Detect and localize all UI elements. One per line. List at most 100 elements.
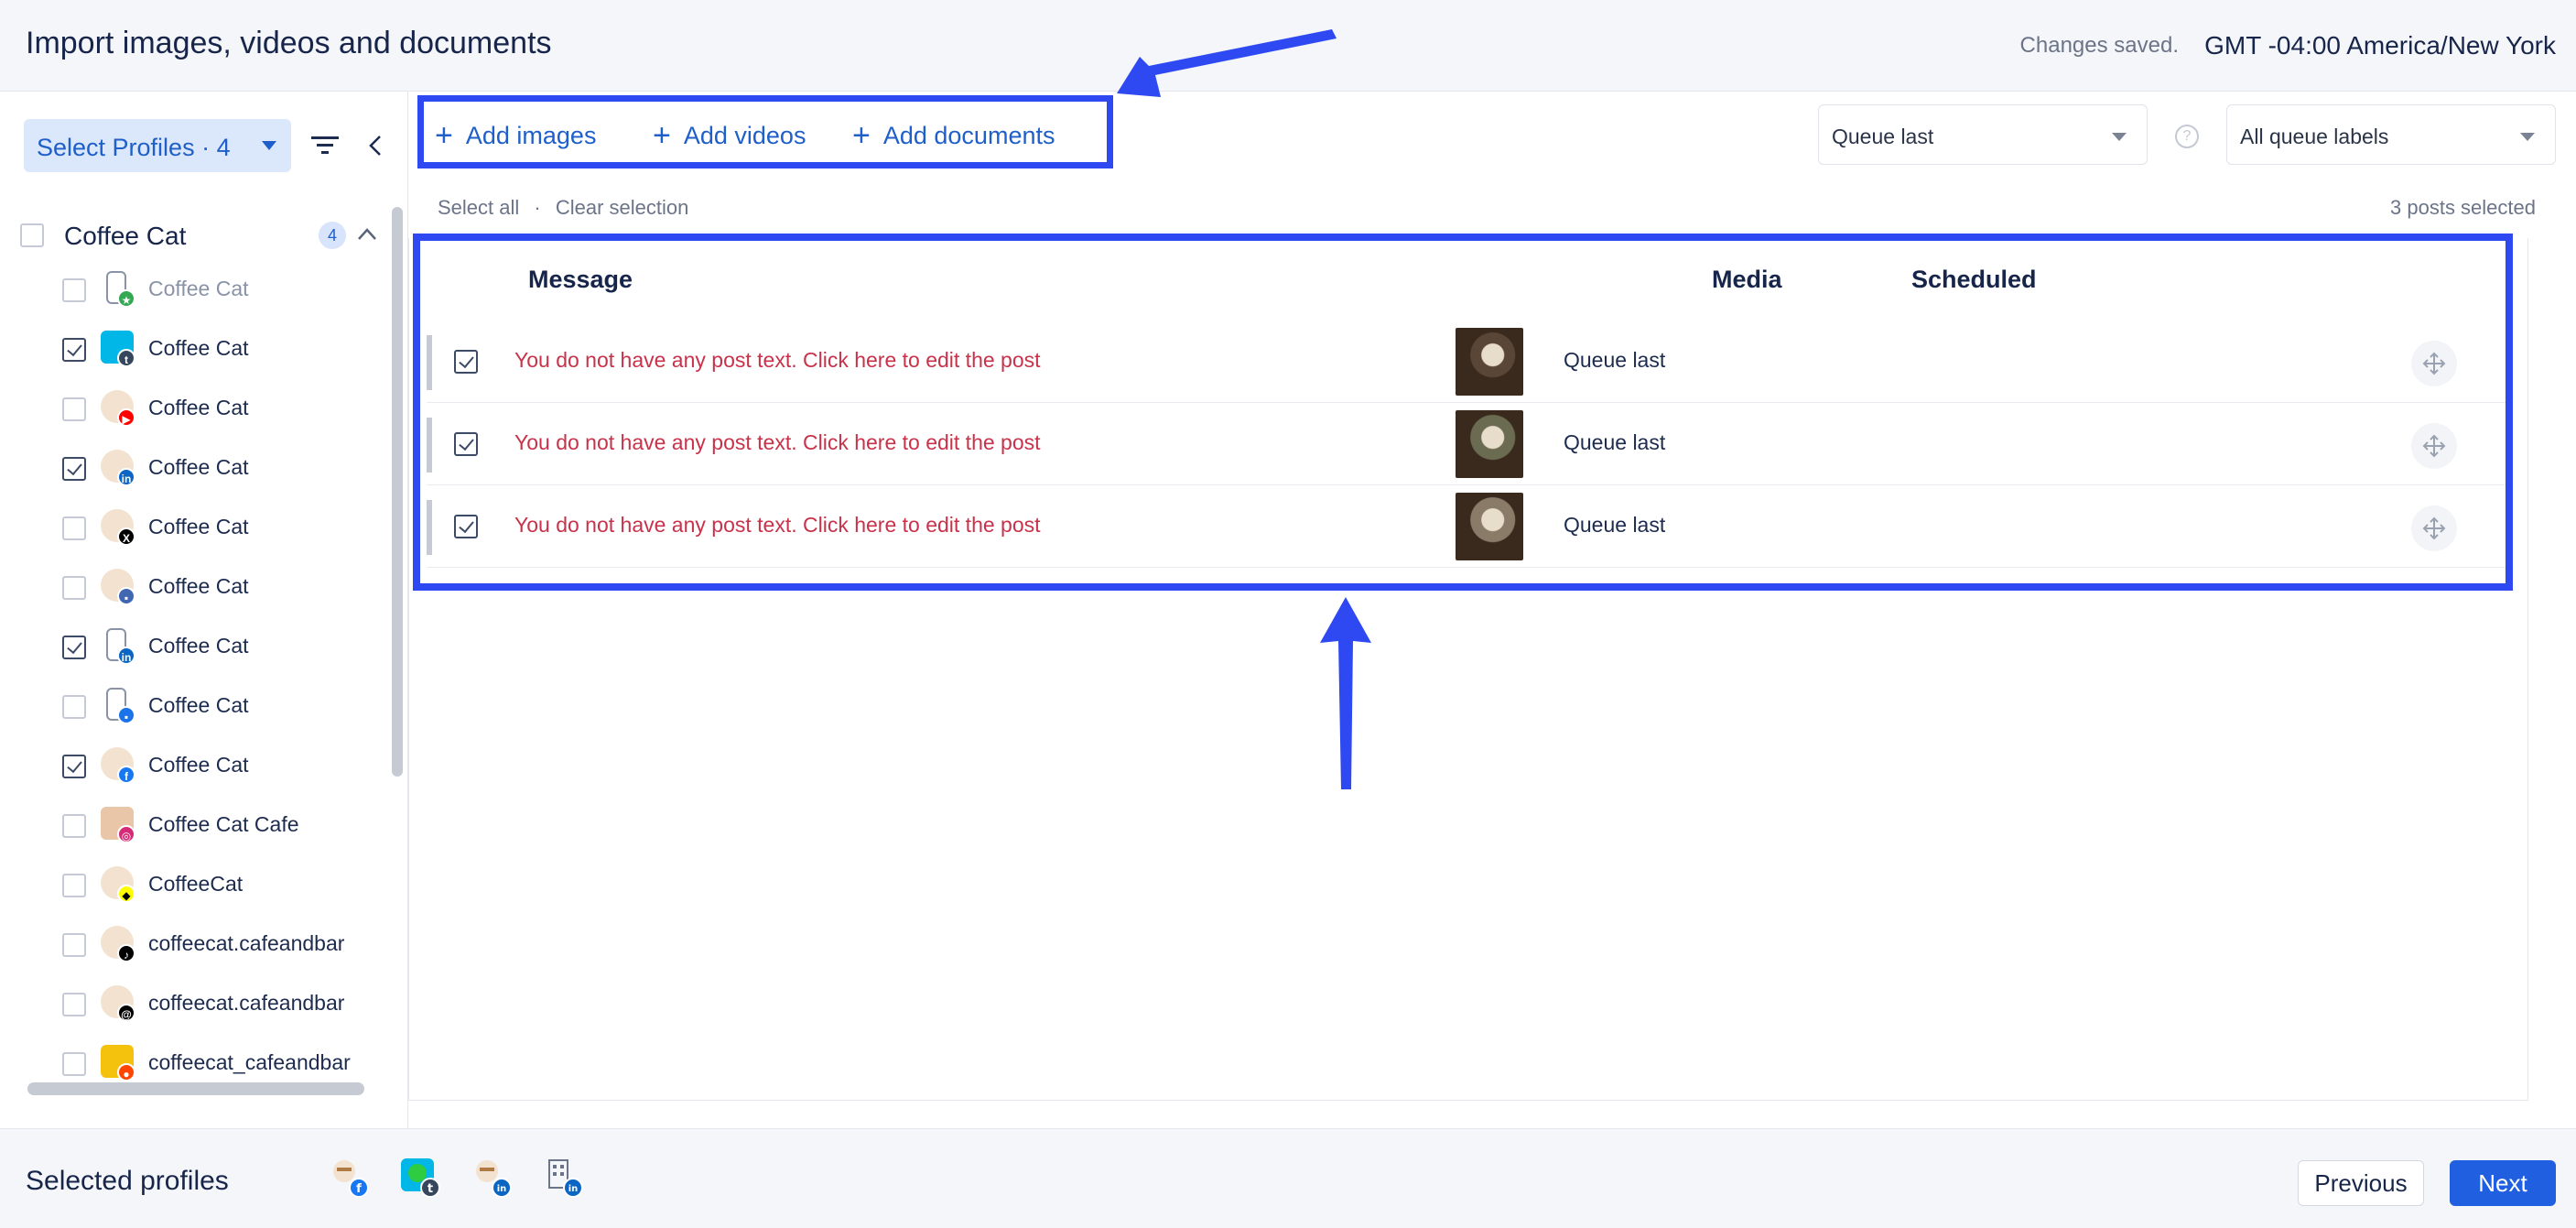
instagram-icon: ◎ — [117, 825, 135, 843]
profile-checkbox[interactable] — [62, 993, 86, 1016]
profile-checkbox[interactable] — [62, 516, 86, 540]
profile-name: Coffee Cat — [148, 693, 249, 717]
profile-avatar: ▪ — [101, 569, 137, 605]
clear-selection-link[interactable]: Clear selection — [556, 196, 689, 219]
profile-name: Coffee Cat Cafe — [148, 812, 299, 836]
profile-checkbox[interactable] — [62, 695, 86, 719]
add-images-button[interactable]: + Add images — [435, 116, 597, 153]
profile-avatar: ◎ — [101, 807, 137, 843]
sidebar-profile-item[interactable]: ♪ coffeecat.cafeandbar — [0, 920, 384, 972]
group-count-badge: 4 — [319, 222, 346, 249]
tiktok-icon: ♪ — [117, 944, 135, 962]
profile-checkbox[interactable] — [62, 1052, 86, 1076]
add-videos-button[interactable]: + Add videos — [653, 116, 806, 153]
profile-checkbox[interactable] — [62, 874, 86, 897]
profile-name: Coffee Cat — [148, 455, 249, 479]
linkedin-page-icon: in — [117, 647, 135, 665]
add-documents-label: Add documents — [882, 122, 1055, 149]
x-icon: X — [117, 527, 135, 546]
table-highlight-frame — [413, 234, 2513, 591]
profile-name: coffeecat.cafeandbar — [148, 991, 345, 1015]
sidebar-profile-item[interactable]: in Coffee Cat — [0, 623, 384, 674]
profile-name: Coffee Cat — [148, 515, 249, 538]
snapchat-icon: ◆ — [117, 885, 135, 903]
chevron-left-icon[interactable] — [366, 134, 384, 158]
select-profiles-label: Select Profiles · 4 — [37, 134, 231, 161]
caret-down-icon — [262, 141, 276, 150]
help-icon[interactable]: ? — [2175, 125, 2199, 148]
profile-checkbox[interactable] — [62, 933, 86, 957]
queue-labels-select[interactable]: All queue labels — [2226, 104, 2556, 165]
profile-checkbox[interactable] — [62, 457, 86, 481]
profile-avatar: ★ — [101, 271, 137, 308]
profile-checkbox[interactable] — [62, 338, 86, 362]
separator-dot: · — [534, 196, 541, 219]
add-videos-label: Add videos — [683, 122, 806, 149]
selected-profile-linkedin-avatar[interactable]: in — [471, 1157, 513, 1199]
profile-name: coffeecat_cafeandbar — [148, 1050, 351, 1074]
svg-text:in: in — [497, 1184, 507, 1194]
queue-select-value: Queue last — [1832, 125, 1934, 148]
posts-selected-count: 3 posts selected — [2390, 196, 2536, 219]
profile-avatar: ♪ — [101, 926, 137, 962]
profile-checkbox[interactable] — [62, 814, 86, 838]
add-images-label: Add images — [465, 122, 597, 149]
vertical-scrollbar-thumb[interactable] — [392, 207, 403, 777]
profile-avatar: in — [101, 450, 137, 486]
youtube-icon: ▶ — [117, 408, 135, 427]
add-media-toolbar: + Add images + Add videos + Add documents — [417, 95, 1113, 168]
sidebar-profile-item[interactable]: ▶ Coffee Cat — [0, 385, 384, 436]
svg-text:t: t — [428, 1182, 433, 1196]
profile-name: Coffee Cat — [148, 753, 249, 777]
profile-checkbox[interactable] — [62, 278, 86, 302]
select-all-link[interactable]: Select all — [438, 196, 519, 219]
filter-icon[interactable] — [311, 134, 339, 158]
profile-name: Coffee Cat — [148, 396, 249, 419]
sidebar-profile-item[interactable]: in Coffee Cat — [0, 444, 384, 495]
previous-button[interactable]: Previous — [2298, 1160, 2424, 1206]
caret-down-icon — [2520, 133, 2535, 141]
footer-bar: Selected profiles f t in in Previous Nex… — [0, 1128, 2576, 1228]
profile-group-header[interactable]: Coffee Cat 4 — [20, 218, 386, 258]
sidebar-profile-item[interactable]: ▪ Coffee Cat — [0, 563, 384, 614]
profile-avatar: in — [101, 628, 137, 665]
next-button[interactable]: Next — [2450, 1160, 2556, 1206]
profile-checkbox[interactable] — [62, 397, 86, 421]
queue-select[interactable]: Queue last — [1818, 104, 2148, 165]
profile-avatar: f — [101, 747, 137, 784]
plus-icon: + — [852, 118, 871, 153]
profile-avatar: X — [101, 509, 137, 546]
select-profiles-dropdown[interactable]: Select Profiles · 4 — [24, 119, 291, 172]
selection-links: Select all · Clear selection — [438, 196, 698, 220]
sidebar-profile-item[interactable]: t Coffee Cat — [0, 325, 384, 376]
profile-checkbox[interactable] — [62, 755, 86, 778]
sidebar-profile-item[interactable]: ◆ CoffeeCat — [0, 861, 384, 912]
save-status: Changes saved. — [2019, 33, 2179, 58]
selected-profile-facebook-avatar[interactable]: f — [328, 1157, 370, 1199]
group-checkbox[interactable] — [20, 223, 44, 247]
profile-checkbox[interactable] — [62, 636, 86, 659]
profile-avatar: ▶ — [101, 390, 137, 427]
plus-icon: + — [653, 118, 671, 153]
profile-name: Coffee Cat — [148, 574, 249, 598]
horizontal-scrollbar-thumb[interactable] — [27, 1082, 364, 1095]
sidebar-profile-item[interactable]: ◎ Coffee Cat Cafe — [0, 801, 384, 853]
sidebar-profile-item[interactable]: X Coffee Cat — [0, 504, 384, 555]
profile-checkbox[interactable] — [62, 576, 86, 600]
profile-avatar: t — [101, 331, 137, 367]
profile-name: CoffeeCat — [148, 872, 244, 896]
google-page-icon: ▪ — [117, 706, 135, 724]
chevron-up-icon[interactable] — [357, 225, 377, 244]
svg-text:f: f — [356, 1182, 362, 1196]
sidebar-profile-item[interactable]: ▪ Coffee Cat — [0, 682, 384, 734]
selected-profile-linkedin-page-avatar[interactable]: in — [542, 1157, 584, 1199]
linkedin-icon: in — [117, 468, 135, 486]
add-documents-button[interactable]: + Add documents — [852, 116, 1055, 153]
svg-text:in: in — [568, 1184, 579, 1194]
facebook-page-icon: ▪ — [117, 587, 135, 605]
sidebar-profile-item[interactable]: ★ Coffee Cat — [0, 266, 384, 317]
facebook-icon: f — [117, 766, 135, 784]
selected-profile-tumblr-avatar[interactable]: t — [399, 1157, 441, 1199]
sidebar-profile-item[interactable]: f Coffee Cat — [0, 742, 384, 793]
sidebar-profile-item[interactable]: @ coffeecat.cafeandbar — [0, 980, 384, 1031]
